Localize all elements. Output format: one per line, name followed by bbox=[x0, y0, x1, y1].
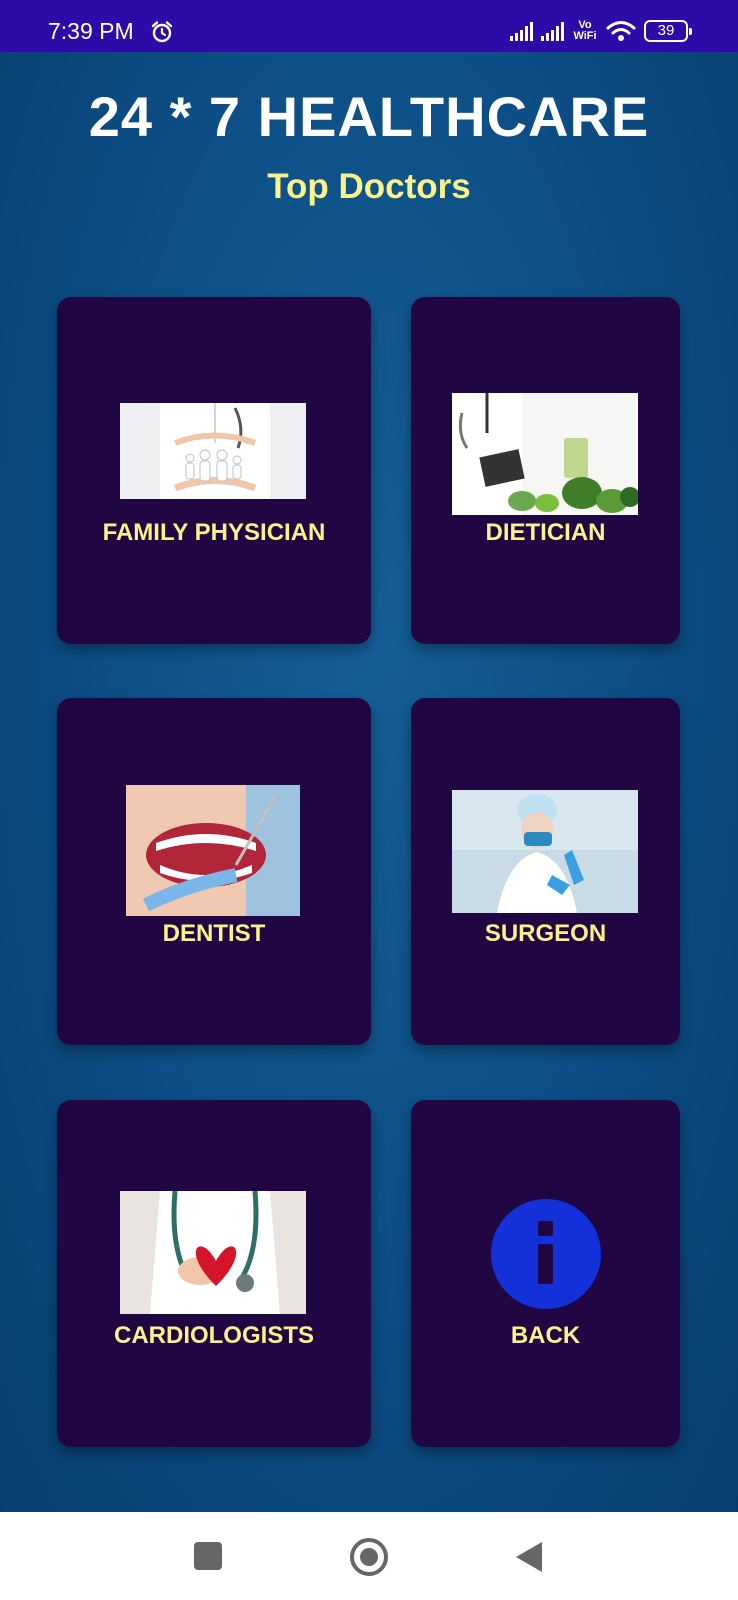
recent-apps-button[interactable] bbox=[194, 1542, 222, 1570]
app-title: 24 * 7 HEALTHCARE bbox=[88, 85, 650, 148]
vowifi-icon: Vo WiFi bbox=[572, 20, 598, 42]
system-nav-bar bbox=[0, 1512, 738, 1600]
back-label: BACK bbox=[510, 1322, 581, 1349]
vowifi-wifi: WiFi bbox=[573, 30, 597, 42]
page-subtitle: Top Doctors bbox=[267, 167, 471, 206]
dentist-label: DENTIST bbox=[162, 920, 266, 947]
dietician-card[interactable]: DIETICIAN bbox=[411, 297, 680, 644]
status-bar: 7:39 PM Vo WiFi 39 bbox=[0, 0, 738, 52]
surgeon-label: SURGEON bbox=[484, 920, 607, 947]
cardiologists-label: CARDIOLOGISTS bbox=[113, 1322, 314, 1349]
main-content: 24 * 7 HEALTHCARE Top Doctors FAMILY PHY… bbox=[0, 52, 738, 1512]
alarm-clock-icon bbox=[151, 21, 173, 43]
cardiologist-photo bbox=[120, 1191, 306, 1314]
status-time: 7:39 PM bbox=[48, 18, 134, 44]
dentist-card[interactable]: DENTIST bbox=[57, 698, 371, 1045]
family-physician-photo bbox=[120, 403, 306, 499]
family-physician-card[interactable]: FAMILY PHYSICIAN bbox=[57, 297, 371, 644]
back-card[interactable]: BACK bbox=[411, 1100, 680, 1447]
back-nav-button[interactable] bbox=[516, 1542, 542, 1572]
dietician-label: DIETICIAN bbox=[485, 519, 606, 546]
surgeon-photo bbox=[452, 790, 638, 913]
signal-1-icon bbox=[510, 21, 533, 41]
dietician-photo bbox=[452, 393, 638, 515]
family-physician-label: FAMILY PHYSICIAN bbox=[102, 519, 326, 546]
info-icon bbox=[491, 1199, 601, 1309]
status-icons: Vo WiFi 39 bbox=[510, 18, 692, 44]
battery-indicator: 39 bbox=[644, 20, 692, 42]
home-button[interactable] bbox=[350, 1538, 388, 1576]
surgeon-card[interactable]: SURGEON bbox=[411, 698, 680, 1045]
cardiologists-card[interactable]: CARDIOLOGISTS bbox=[57, 1100, 371, 1447]
signal-2-icon bbox=[541, 21, 564, 41]
wifi-icon bbox=[606, 21, 636, 41]
dentist-photo bbox=[126, 785, 300, 916]
